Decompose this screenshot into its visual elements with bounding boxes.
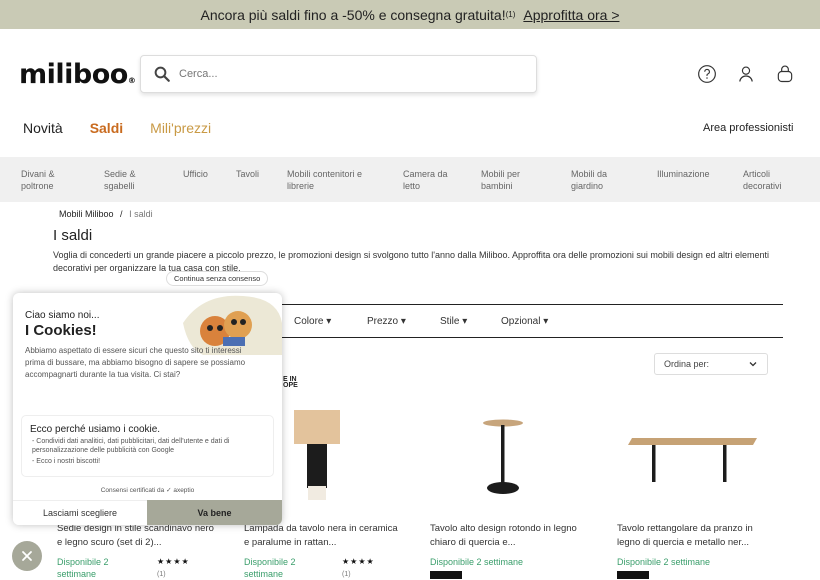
breadcrumb: Mobili Miliboo / I saldi xyxy=(59,209,153,219)
product-name[interactable]: Tavolo alto design rotondo in legno chia… xyxy=(430,522,590,550)
cookie-purpose-title: Ecco perché usiamo i cookie. xyxy=(30,424,161,435)
product-name[interactable]: Lampada da tavolo nera in ceramica e par… xyxy=(244,522,404,550)
product-name[interactable]: Tavolo rettangolare da pranzo in legno d… xyxy=(617,522,777,550)
category-item[interactable]: Divani & poltrone xyxy=(21,168,55,192)
account-icon[interactable] xyxy=(735,63,757,85)
product-name[interactable]: Sedie design in stile scandinavo nero e … xyxy=(57,522,217,550)
chevron-down-icon xyxy=(749,362,757,367)
category-item[interactable]: Mobili per bambini xyxy=(481,168,520,192)
availability: Disponibile 2 settimane xyxy=(617,557,711,567)
filter-bar: Colore ▾ Prezzo ▾ Stile ▾ Opzional ▾ xyxy=(294,316,548,327)
search-icon xyxy=(154,66,170,82)
availability: Disponibile 2 settimane xyxy=(244,557,296,579)
pro-area-link[interactable]: Area professionisti xyxy=(703,122,794,134)
promo-text: Ancora più saldi fino a -50% e consegna … xyxy=(200,6,506,23)
rating-stars: ★★★★ xyxy=(157,557,190,566)
availability: Disponibile 2 settimane xyxy=(430,557,524,567)
discount-badge xyxy=(617,571,649,579)
rating-stars: ★★★★ xyxy=(342,557,375,566)
product-card[interactable]: Tavolo rettangolare da pranzo in legno d… xyxy=(617,400,777,579)
category-item[interactable]: Ufficio xyxy=(183,168,208,180)
breadcrumb-current: I saldi xyxy=(129,209,153,219)
cookie-certification[interactable]: Consensi certificati da ✓ axeptio xyxy=(13,486,282,494)
header-icons xyxy=(696,63,796,85)
promo-note: (1) xyxy=(505,10,516,19)
nav-novita[interactable]: Novità xyxy=(23,120,63,136)
cookie-accept-button[interactable]: Va bene xyxy=(147,500,282,525)
made-in-europe-badge: E IN OPE xyxy=(283,376,298,389)
filter-stile[interactable]: Stile ▾ xyxy=(440,316,501,327)
category-item[interactable]: Illuminazione xyxy=(657,168,710,180)
product-image-bar-table[interactable] xyxy=(430,400,590,510)
breadcrumb-home[interactable]: Mobili Miliboo xyxy=(59,209,114,219)
continue-without-consent-button[interactable]: Continua senza consenso xyxy=(166,271,269,286)
sort-select[interactable]: Ordina per: xyxy=(654,353,768,375)
sort-label: Ordina per: xyxy=(664,359,710,369)
availability: Disponibile 2 settimane xyxy=(57,557,109,579)
logo-tm: ® xyxy=(127,76,136,85)
cookie-title: I Cookies! xyxy=(25,322,97,339)
main-nav: Novità Saldi Mili'prezzi xyxy=(23,120,211,136)
logo[interactable]: miliboo® xyxy=(19,59,136,90)
category-item[interactable]: Camera da letto xyxy=(403,168,448,192)
product-card[interactable]: Tavolo alto design rotondo in legno chia… xyxy=(430,400,590,579)
discount-badge xyxy=(430,571,462,579)
page-title: I saldi xyxy=(53,227,93,244)
cookie-purpose-item[interactable]: - Ecco i nostri biscotti! xyxy=(32,457,262,466)
help-icon[interactable] xyxy=(696,63,718,85)
page-description: Voglia di concederti un grande piacere a… xyxy=(53,250,769,273)
search-box[interactable] xyxy=(140,55,537,93)
search-input[interactable] xyxy=(179,68,479,80)
cookie-choose-button[interactable]: Lasciami scegliere xyxy=(13,500,147,525)
filter-colore[interactable]: Colore ▾ xyxy=(294,316,367,327)
cookie-body: Abbiamo aspettato di essere sicuri che q… xyxy=(25,346,246,379)
category-item[interactable]: Mobili contenitori e librerie xyxy=(287,168,362,192)
nav-miliprezzi[interactable]: Mili'prezzi xyxy=(150,120,211,136)
filter-opzional[interactable]: Opzional ▾ xyxy=(501,316,548,327)
nav-saldi[interactable]: Saldi xyxy=(90,120,123,136)
cookie-close-button[interactable] xyxy=(12,541,42,571)
logo-text: miliboo xyxy=(19,59,128,90)
promo-link[interactable]: Approfitta ora > xyxy=(523,7,619,23)
filter-prezzo[interactable]: Prezzo ▾ xyxy=(367,316,440,327)
close-icon xyxy=(22,551,32,561)
category-item[interactable]: Sedie & sgabelli xyxy=(104,168,136,192)
cookie-purpose-item: - Condividi dati analitici, dati pubblic… xyxy=(32,438,230,454)
cart-icon[interactable] xyxy=(774,63,796,85)
cookie-modal: Ciao siamo noi... I Cookies! Abbiamo asp… xyxy=(13,293,282,525)
filter-divider-top xyxy=(280,304,783,305)
promo-bar: Ancora più saldi fino a -50% e consegna … xyxy=(0,0,820,29)
category-item[interactable]: Tavoli xyxy=(236,168,259,180)
cookie-greeting: Ciao siamo noi... xyxy=(25,310,100,321)
category-item[interactable]: Mobili da giardino xyxy=(571,168,607,192)
product-image-dining-table[interactable] xyxy=(617,400,777,510)
filter-divider-bottom xyxy=(280,337,783,338)
cookie-purpose-box: Ecco perché usiamo i cookie. - Condividi… xyxy=(21,415,274,477)
category-item[interactable]: Articoli decorativi xyxy=(743,168,782,192)
breadcrumb-separator: / xyxy=(120,209,123,219)
